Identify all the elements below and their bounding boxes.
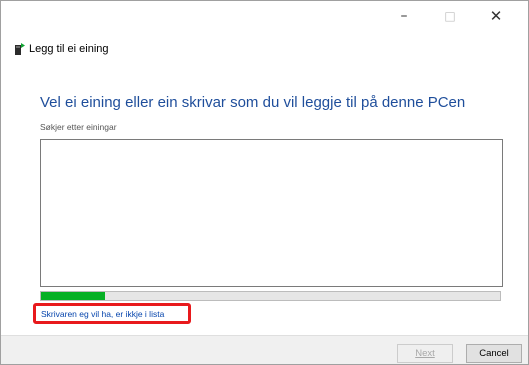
next-button-label: Next — [415, 348, 435, 359]
next-button[interactable]: Next — [397, 344, 453, 363]
printer-not-listed-link[interactable]: Skrivaren eg vil ha, er ikkje i lista — [41, 309, 164, 319]
cancel-button-label: Cancel — [479, 348, 509, 359]
wizard-title: Legg til ei eining — [29, 43, 109, 55]
maximize-button[interactable]: □ — [427, 1, 473, 31]
cancel-button[interactable]: Cancel — [466, 344, 522, 363]
add-device-window: – □ ✕ Legg til ei eining Vel ei eining e… — [0, 0, 529, 365]
wizard-header: Legg til ei eining — [14, 41, 109, 57]
title-bar: – □ ✕ — [1, 1, 528, 31]
wizard-footer: Next Cancel — [1, 335, 528, 364]
device-list[interactable] — [40, 139, 503, 287]
progress-fill — [41, 292, 106, 300]
page-heading: Vel ei eining eller ein skrivar som du v… — [40, 94, 466, 111]
search-progress-bar — [40, 291, 501, 301]
search-status: Søkjer etter einingar — [40, 122, 117, 132]
add-device-icon — [14, 42, 26, 56]
close-button[interactable]: ✕ — [473, 1, 519, 31]
minimize-button[interactable]: – — [381, 1, 427, 31]
